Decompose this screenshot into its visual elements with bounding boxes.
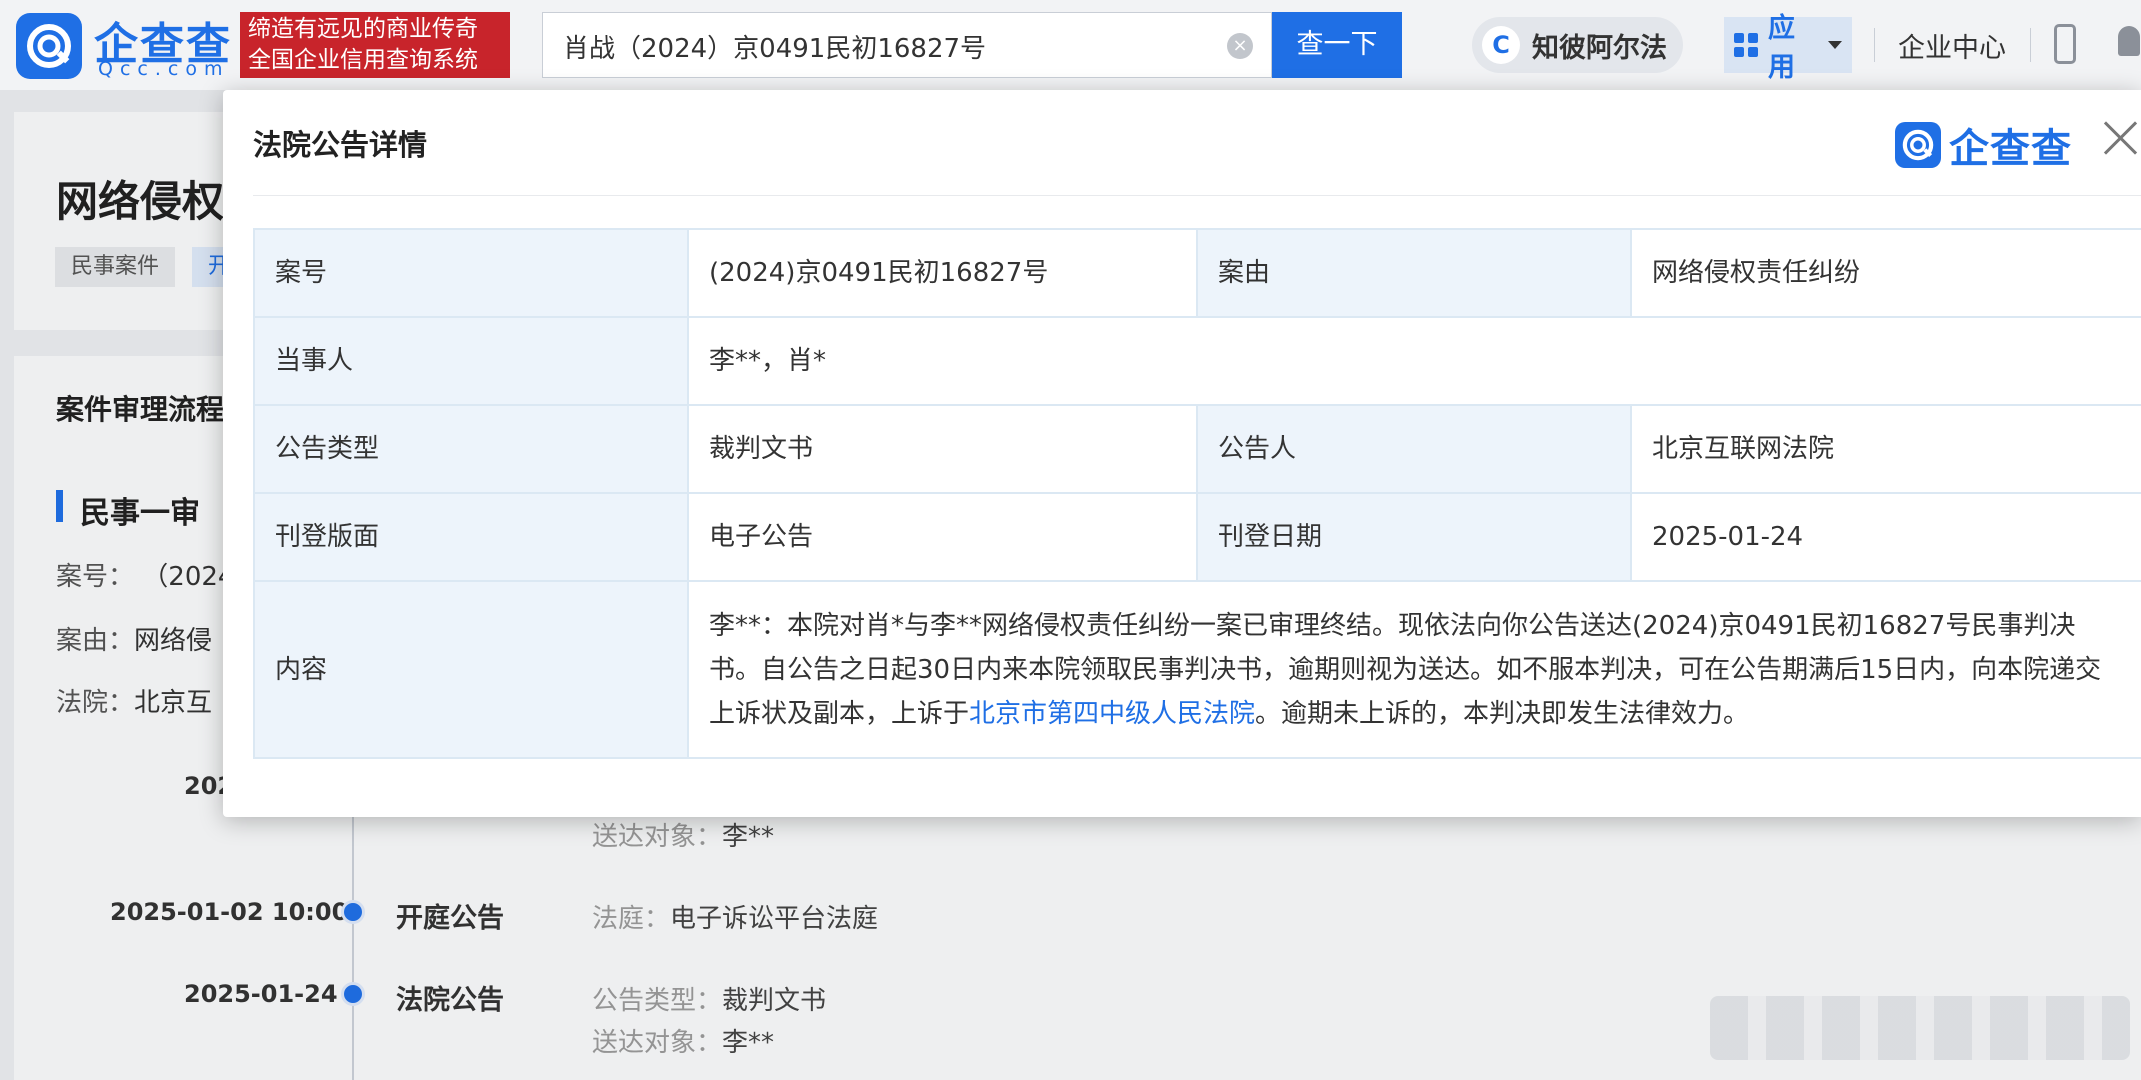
appeal-court-link[interactable]: 北京市第四中级人民法院 <box>969 699 1255 729</box>
enterprise-center-link[interactable]: 企业中心 <box>1898 26 2006 65</box>
apps-menu-button[interactable]: 应用 <box>1724 13 1852 83</box>
qcc-logo-icon[interactable] <box>16 13 82 79</box>
caret-down-icon <box>1828 41 1842 49</box>
case-no-label: 案号 <box>253 228 689 318</box>
modal-logo-text: 企查查 <box>1949 126 2072 172</box>
announcer-label: 公告人 <box>1196 404 1632 494</box>
apps-label: 应用 <box>1768 13 1795 83</box>
cause-label: 案由 <box>1196 228 1632 318</box>
table-row: 公告类型 裁判文书 公告人 北京互联网法院 <box>253 404 2141 494</box>
phone-icon[interactable] <box>2054 24 2076 64</box>
divider <box>2030 28 2031 62</box>
table-row: 内容 李**：本院对肖*与李**网络侵权责任纠纷一案已审理终结。现依法向你公告送… <box>253 580 2141 759</box>
case-no-link[interactable]: (2024)京0491民初16827号 <box>687 228 1198 318</box>
content-value: 李**：本院对肖*与李**网络侵权责任纠纷一案已审理终结。现依法向你公告送达(2… <box>687 580 2141 759</box>
table-row: 刊登版面 电子公告 刊登日期 2025-01-24 <box>253 492 2141 582</box>
announcer-value: 北京互联网法院 <box>1630 404 2141 494</box>
modal-logo: 企查查 <box>1895 116 2072 174</box>
parties-value: 李**，肖* <box>687 316 2141 406</box>
slogan-line2: 全国企业信用查询系统 <box>248 47 478 73</box>
search-input[interactable] <box>561 27 1205 65</box>
divider <box>253 195 2141 196</box>
grid-icon <box>1734 33 1758 57</box>
slogan-line1: 缔造有远见的商业传奇 <box>248 16 478 42</box>
table-row: 当事人 李**，肖* <box>253 316 2141 406</box>
search-button[interactable]: 查一下 <box>1272 12 1402 78</box>
court-notice-modal: 法院公告详情 企查查 案号 (2024)京0491民初16827号 案由 网络侵… <box>223 90 2141 817</box>
bell-icon[interactable] <box>2118 26 2140 56</box>
search-box: × <box>542 12 1272 78</box>
table-row: 案号 (2024)京0491民初16827号 案由 网络侵权责任纠纷 <box>253 228 2141 318</box>
qcc-logo-icon <box>1895 122 1941 168</box>
top-header: 企查查 Qcc.com 缔造有远见的商业传奇 全国企业信用查询系统 × 查一下 … <box>0 0 2141 90</box>
modal-title: 法院公告详情 <box>253 128 428 162</box>
close-icon[interactable] <box>2097 114 2141 162</box>
type-label: 公告类型 <box>253 404 689 494</box>
layout-label: 刊登版面 <box>253 492 689 582</box>
cause-value: 网络侵权责任纠纷 <box>1630 228 2141 318</box>
zhibi-alpha-button[interactable]: C 知彼阿尔法 <box>1472 17 1683 73</box>
slogan-banner: 缔造有远见的商业传奇 全国企业信用查询系统 <box>240 12 510 78</box>
zhibi-icon: C <box>1482 26 1520 64</box>
date-label: 刊登日期 <box>1196 492 1632 582</box>
layout-value: 电子公告 <box>687 492 1198 582</box>
content-label: 内容 <box>253 580 689 759</box>
type-value: 裁判文书 <box>687 404 1198 494</box>
zhibi-label: 知彼阿尔法 <box>1532 32 1667 64</box>
date-value: 2025-01-24 <box>1630 492 2141 582</box>
logo-domain: Qcc.com <box>98 58 230 80</box>
content-text: 。逾期未上诉的，本判决即发生法律效力。 <box>1255 698 1750 729</box>
parties-label: 当事人 <box>253 316 689 406</box>
divider <box>1874 28 1875 62</box>
notice-detail-table: 案号 (2024)京0491民初16827号 案由 网络侵权责任纠纷 当事人 李… <box>253 228 2141 759</box>
clear-icon[interactable]: × <box>1227 33 1253 59</box>
